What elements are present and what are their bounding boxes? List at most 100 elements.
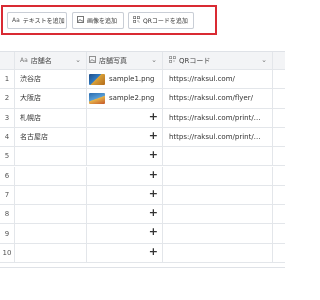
page: Aa テキストを追加 画像を追加 QRコードを追加 Aa 店舗名 ⌄ 店舗写真 … xyxy=(0,0,285,300)
empty-cell xyxy=(273,89,285,107)
table-row: 1 渋谷店 sample1.png https://raksul.com/ xyxy=(0,70,285,90)
store-photo-cell[interactable]: + xyxy=(87,224,163,243)
empty-cell xyxy=(273,70,285,88)
add-photo-plus-icon[interactable]: + xyxy=(149,206,158,220)
header-name-label: 店舗名 xyxy=(30,56,52,65)
header-empty-cell xyxy=(273,52,285,69)
store-name-cell[interactable] xyxy=(15,147,87,166)
store-name-cell[interactable]: 大阪店 xyxy=(15,89,87,108)
store-name-cell[interactable] xyxy=(15,243,87,262)
empty-cell xyxy=(273,128,285,146)
table-header-row: Aa 店舗名 ⌄ 店舗写真 ⌄ QRコード ⌄ xyxy=(0,52,285,70)
store-photo-cell[interactable]: sample2.png xyxy=(87,89,163,108)
header-qr[interactable]: QRコード ⌄ xyxy=(163,52,273,69)
qr-url-cell[interactable] xyxy=(163,166,273,185)
add-image-label: 画像を追加 xyxy=(87,18,118,25)
table-row: 8 + xyxy=(0,205,285,225)
store-name-cell[interactable]: 名古屋店 xyxy=(15,127,87,147)
table-row: 2 大阪店 sample2.png https://raksul.com/flyer/ xyxy=(0,89,285,109)
qr-url-text: https://raksul.com/print/… xyxy=(169,113,261,122)
header-index-cell xyxy=(0,52,15,69)
store-name-cell[interactable] xyxy=(15,224,87,243)
data-table: Aa 店舗名 ⌄ 店舗写真 ⌄ QRコード ⌄ 1 渋谷店 sample1.png h… xyxy=(0,51,285,268)
text-icon: Aa xyxy=(12,17,20,24)
store-photo-cell[interactable]: + xyxy=(87,205,163,224)
header-name[interactable]: Aa 店舗名 ⌄ xyxy=(15,52,87,69)
row-index: 4 xyxy=(0,127,15,147)
row-index: 2 xyxy=(0,89,15,108)
table-row: 9 + xyxy=(0,224,285,244)
add-text-button[interactable]: Aa テキストを追加 xyxy=(7,12,67,29)
qr-url-cell[interactable]: https://raksul.com/flyer/ xyxy=(163,89,273,108)
qr-url-cell[interactable] xyxy=(163,147,273,166)
image-icon xyxy=(89,56,96,65)
row-index: 3 xyxy=(0,108,15,127)
empty-cell xyxy=(273,147,285,165)
row-index: 1 xyxy=(0,70,15,89)
qr-url-text: https://raksul.com/print/… xyxy=(169,133,261,142)
chevron-down-icon[interactable]: ⌄ xyxy=(151,56,157,64)
chevron-down-icon[interactable]: ⌄ xyxy=(261,56,267,64)
qr-url-cell[interactable] xyxy=(163,185,273,205)
add-column-toolbar: Aa テキストを追加 画像を追加 QRコードを追加 xyxy=(1,5,217,35)
add-text-label: テキストを追加 xyxy=(22,18,65,25)
add-photo-plus-icon[interactable]: + xyxy=(149,129,158,143)
qr-icon xyxy=(133,16,140,25)
chevron-down-icon[interactable]: ⌄ xyxy=(75,56,81,64)
header-qr-label: QRコード xyxy=(179,56,211,65)
empty-cell xyxy=(273,224,285,242)
qr-url-cell[interactable] xyxy=(163,243,273,262)
add-photo-plus-icon[interactable]: + xyxy=(149,148,158,162)
table-row: 4 名古屋店 + https://raksul.com/print/… xyxy=(0,127,285,148)
photo-filename: sample1.png xyxy=(109,75,155,84)
store-photo-cell[interactable]: + xyxy=(87,243,163,262)
header-photo[interactable]: 店舗写真 ⌄ xyxy=(87,52,163,69)
store-name-cell[interactable]: 渋谷店 xyxy=(15,70,87,89)
add-photo-plus-icon[interactable]: + xyxy=(149,168,158,182)
store-name-cell[interactable]: 札幌店 xyxy=(15,108,87,127)
table-row: 5 + xyxy=(0,147,285,167)
add-qr-button[interactable]: QRコードを追加 xyxy=(128,12,194,29)
store-photo-cell[interactable]: sample1.png xyxy=(87,70,163,89)
table-row: 7 + xyxy=(0,185,285,206)
row-index: 7 xyxy=(0,185,15,205)
table-row: 3 札幌店 + https://raksul.com/print/… xyxy=(0,108,285,128)
add-qr-label: QRコードを追加 xyxy=(143,18,188,25)
empty-cell xyxy=(273,167,285,185)
add-photo-plus-icon[interactable]: + xyxy=(149,245,158,259)
table-row: 6 + xyxy=(0,166,285,186)
row-index: 5 xyxy=(0,147,15,166)
qr-url-cell[interactable] xyxy=(163,205,273,224)
photo-thumbnail xyxy=(89,73,105,85)
row-index: 10 xyxy=(0,243,15,262)
row-index: 9 xyxy=(0,224,15,243)
add-photo-plus-icon[interactable]: + xyxy=(149,187,158,201)
empty-cell xyxy=(273,205,285,223)
empty-cell xyxy=(273,109,285,127)
photo-filename: sample2.png xyxy=(109,94,155,103)
store-name-cell[interactable] xyxy=(15,166,87,185)
empty-cell xyxy=(273,244,285,262)
store-photo-cell[interactable]: + xyxy=(87,166,163,185)
image-icon xyxy=(77,16,84,25)
add-photo-plus-icon[interactable]: + xyxy=(149,225,158,239)
store-name-cell[interactable] xyxy=(15,185,87,205)
store-name-cell[interactable] xyxy=(15,205,87,224)
qr-url-text: https://raksul.com/flyer/ xyxy=(169,94,253,103)
qr-url-cell[interactable]: https://raksul.com/ xyxy=(163,70,273,89)
row-index: 6 xyxy=(0,166,15,185)
store-photo-cell[interactable]: + xyxy=(87,185,163,205)
table-row: 10 + xyxy=(0,243,285,263)
empty-cell xyxy=(273,186,285,204)
qr-url-cell[interactable]: https://raksul.com/print/… xyxy=(163,127,273,147)
qr-url-cell[interactable]: https://raksul.com/print/… xyxy=(163,108,273,127)
header-photo-label: 店舗写真 xyxy=(99,56,127,65)
qr-url-cell[interactable] xyxy=(163,224,273,243)
qr-icon xyxy=(169,56,176,65)
store-photo-cell[interactable]: + xyxy=(87,127,163,147)
add-image-button[interactable]: 画像を追加 xyxy=(72,12,124,29)
add-photo-plus-icon[interactable]: + xyxy=(149,110,158,124)
photo-thumbnail xyxy=(89,92,105,104)
store-photo-cell[interactable]: + xyxy=(87,147,163,166)
store-photo-cell[interactable]: + xyxy=(87,108,163,127)
